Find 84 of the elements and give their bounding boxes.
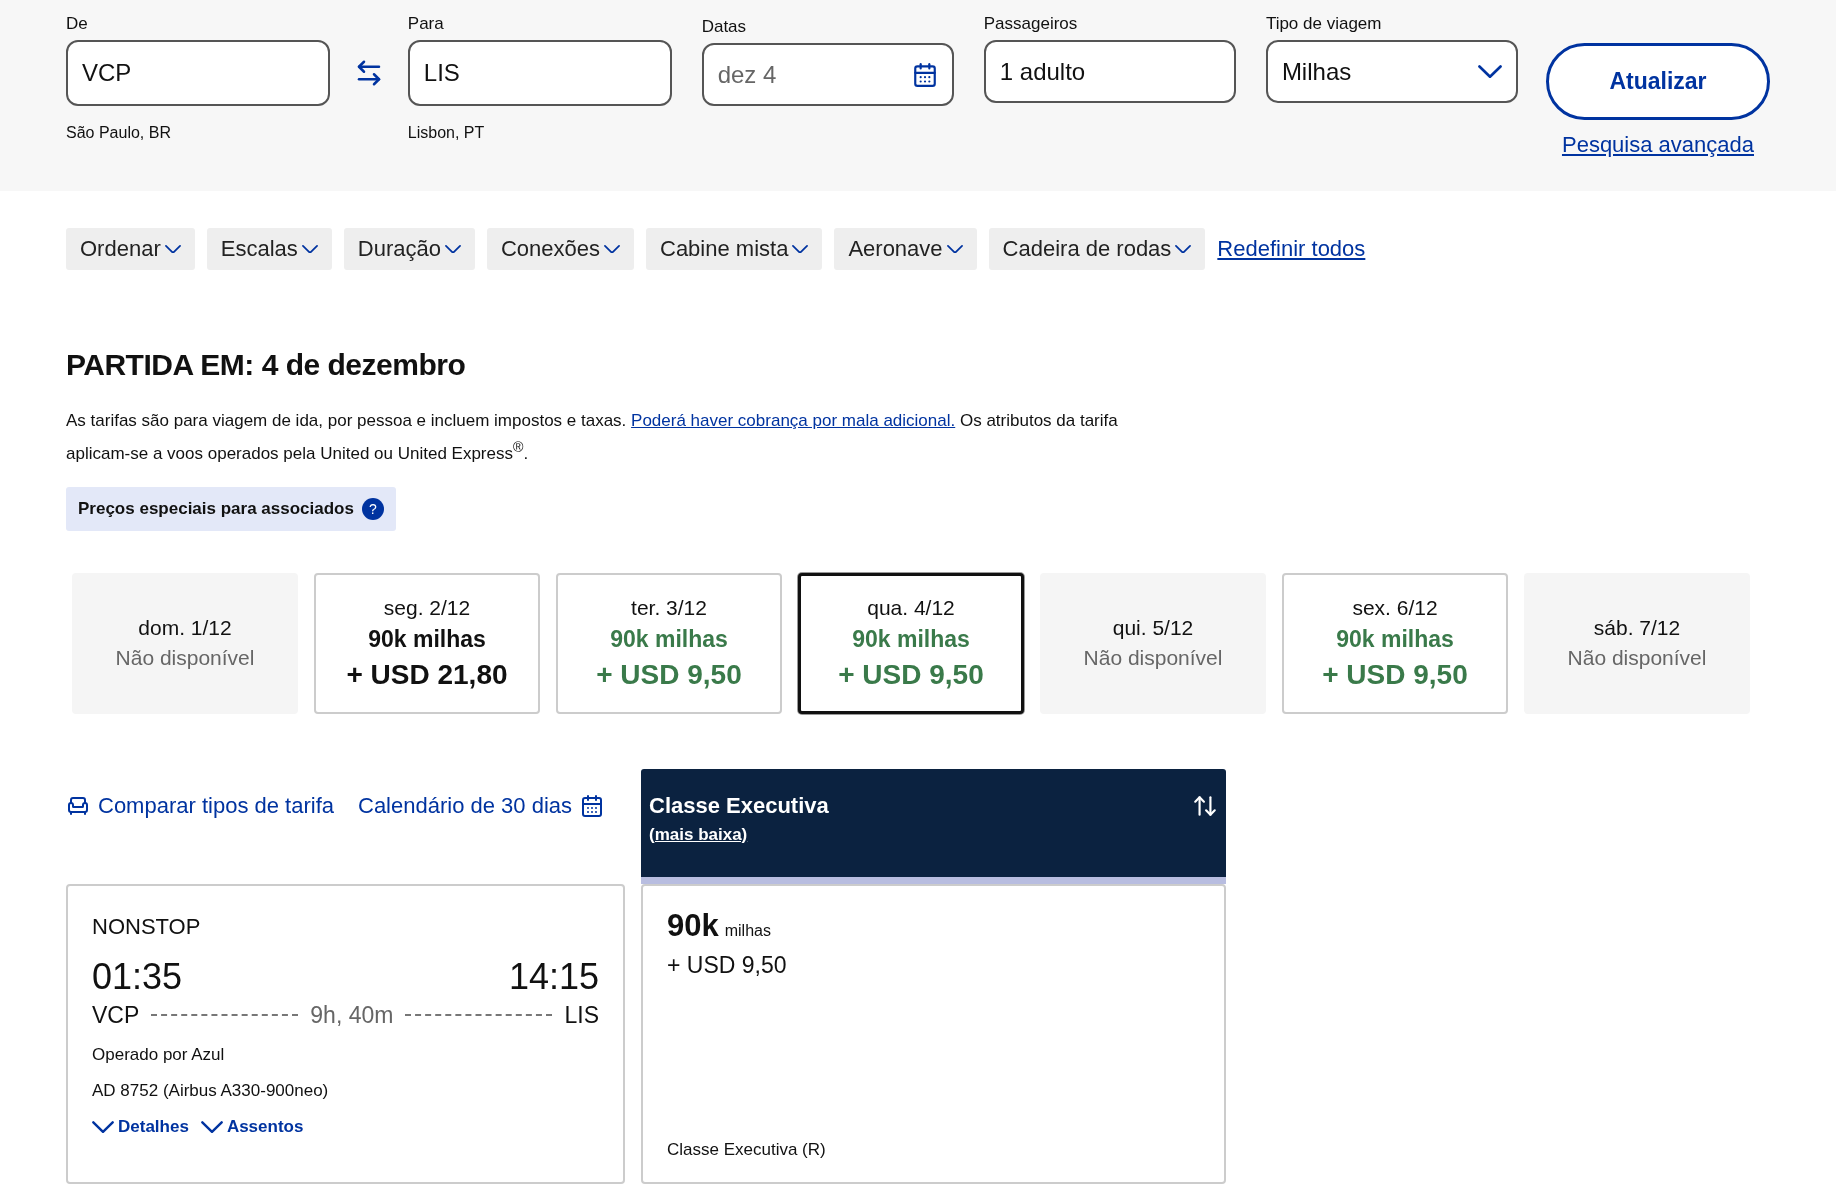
chevron-icon (200, 1120, 223, 1133)
field-label: Tipo de viagem (1265, 14, 1383, 34)
miles-price: 90k milhas (610, 625, 728, 653)
filter-dropdown[interactable]: Conexões (486, 228, 634, 270)
date-card[interactable]: sáb. 7/12 Não disponível (1524, 572, 1750, 714)
date-card[interactable]: qua. 4/12 90k milhas + USD 9,50 (798, 572, 1024, 714)
origin-code: VCP (92, 1001, 140, 1029)
fare-class: Classe Executiva (R) (667, 1139, 827, 1160)
filter-dropdown[interactable]: Cadeira de rodas (988, 228, 1206, 270)
fare-cash: + USD 9,50 (667, 951, 788, 979)
date-label: qui. 5/12 (1112, 616, 1194, 641)
date-field[interactable]: dez 4 (701, 43, 954, 106)
filter-dropdown[interactable]: Cabine mista (646, 228, 823, 270)
origin-field[interactable]: VCP (66, 40, 330, 106)
date-label: sáb. 7/12 (1593, 616, 1681, 641)
chevron-icon (1175, 244, 1192, 254)
date-label: sex. 6/12 (1352, 595, 1438, 620)
chevron-icon (946, 244, 963, 254)
badge-text: Preços especiais para associados (78, 498, 354, 519)
filter-dropdown[interactable]: Escalas (206, 228, 332, 270)
availability-text: Não disponível (1083, 646, 1223, 671)
departure-time: 01:35 (92, 955, 183, 998)
cash-price: + USD 9,50 (838, 658, 984, 691)
cash-price: + USD 9,50 (596, 658, 742, 691)
seats-toggle[interactable]: Assentos (200, 1116, 304, 1137)
chevron-icon (792, 244, 809, 254)
duration: 9h, 40m (310, 1001, 394, 1029)
date-card[interactable]: sex. 6/12 90k milhas + USD 9,50 (1282, 572, 1508, 714)
cash-price: + USD 9,50 (1322, 658, 1468, 691)
chevron-icon (604, 244, 620, 254)
flight-number: AD 8752 (Airbus A330-900neo) (92, 1080, 330, 1101)
cabin-subtitle[interactable]: (mais baixa) (649, 824, 748, 845)
fare-card[interactable]: 90k milhas + USD 9,50 Classe Executiva (R) (641, 883, 1226, 1184)
date-card[interactable]: seg. 2/12 90k milhas + USD 21,80 (314, 572, 540, 714)
calendar-link[interactable]: Calendário de 30 dias (358, 792, 605, 819)
date-card[interactable]: dom. 1/12 Não disponível (72, 572, 298, 714)
stops-label: NONSTOP (92, 913, 202, 940)
filter-dropdown[interactable]: Aeronave (834, 228, 977, 270)
chevron-icon (1478, 64, 1502, 79)
baggage-link[interactable]: Poderá haver cobrança por mala adicional. (631, 411, 956, 430)
passengers-field[interactable]: 1 adulto (983, 40, 1236, 103)
help-icon[interactable]: ? (361, 497, 384, 520)
city-name: São Paulo, BR (66, 124, 172, 142)
cabin-header[interactable]: Classe Executiva (mais baixa) (641, 768, 1226, 884)
chevron-icon (164, 244, 181, 254)
date-label: ter. 3/12 (631, 595, 707, 620)
miles-price: 90k milhas (1336, 625, 1454, 653)
date-label: dom. 1/12 (138, 616, 232, 641)
trip-type-select[interactable]: Milhas (1265, 40, 1518, 103)
date-card[interactable]: qui. 5/12 Não disponível (1040, 572, 1266, 714)
miles-unit: milhas (724, 921, 771, 939)
destination-field[interactable]: LIS (407, 40, 672, 106)
city-name: Lisbon, PT (407, 124, 486, 142)
filter-dropdown[interactable]: Ordenar (66, 228, 195, 270)
field-label: Passageiros (983, 14, 1079, 34)
advanced-search-link[interactable]: Pesquisa avançada (1561, 132, 1754, 158)
details-toggle[interactable]: Detalhes (92, 1116, 189, 1137)
field-label: De (66, 14, 89, 34)
date-card[interactable]: ter. 3/12 90k milhas + USD 9,50 (556, 572, 782, 714)
reset-link[interactable]: Redefinir todos (1217, 236, 1366, 262)
chevron-icon (444, 244, 461, 254)
arrival-time: 14:15 (508, 955, 599, 998)
availability-text: Não disponível (115, 646, 255, 671)
date-label: seg. 2/12 (383, 595, 471, 620)
cabin-title: Classe Executiva (649, 792, 829, 819)
cash-price: + USD 21,80 (346, 658, 508, 691)
calendar-icon[interactable] (911, 61, 938, 88)
date-label: qua. 4/12 (867, 595, 955, 620)
miles-price: 90k milhas (852, 625, 970, 653)
chevron-icon (92, 1120, 114, 1133)
availability-text: Não disponível (1567, 646, 1707, 671)
update-button[interactable]: Atualizar (1546, 43, 1770, 120)
operator-text: Operado por Azul (92, 1044, 226, 1065)
chevron-icon (301, 244, 318, 254)
page-heading: PARTIDA EM: 4 de dezembro (66, 348, 467, 382)
destination-code: LIS (564, 1001, 599, 1029)
field-label: Datas (701, 17, 748, 37)
fare-miles: 90k (667, 907, 719, 943)
miles-price: 90k milhas (368, 625, 486, 653)
field-label: Para (407, 14, 445, 34)
compare-fares-link[interactable]: Comparar tipos de tarifa (66, 792, 334, 819)
fare-note: As tarifas são para viagem de ida, por pessoa e incluem impostos e taxas. Poderá haver cobrança por mala adicional. Os atributos da tarifa aplicam-se a voos operados pela United ou United Express$^{®}$. (66, 410, 1119, 465)
filter-dropdown[interactable]: Duração (343, 228, 475, 270)
calendar-icon (580, 793, 605, 818)
